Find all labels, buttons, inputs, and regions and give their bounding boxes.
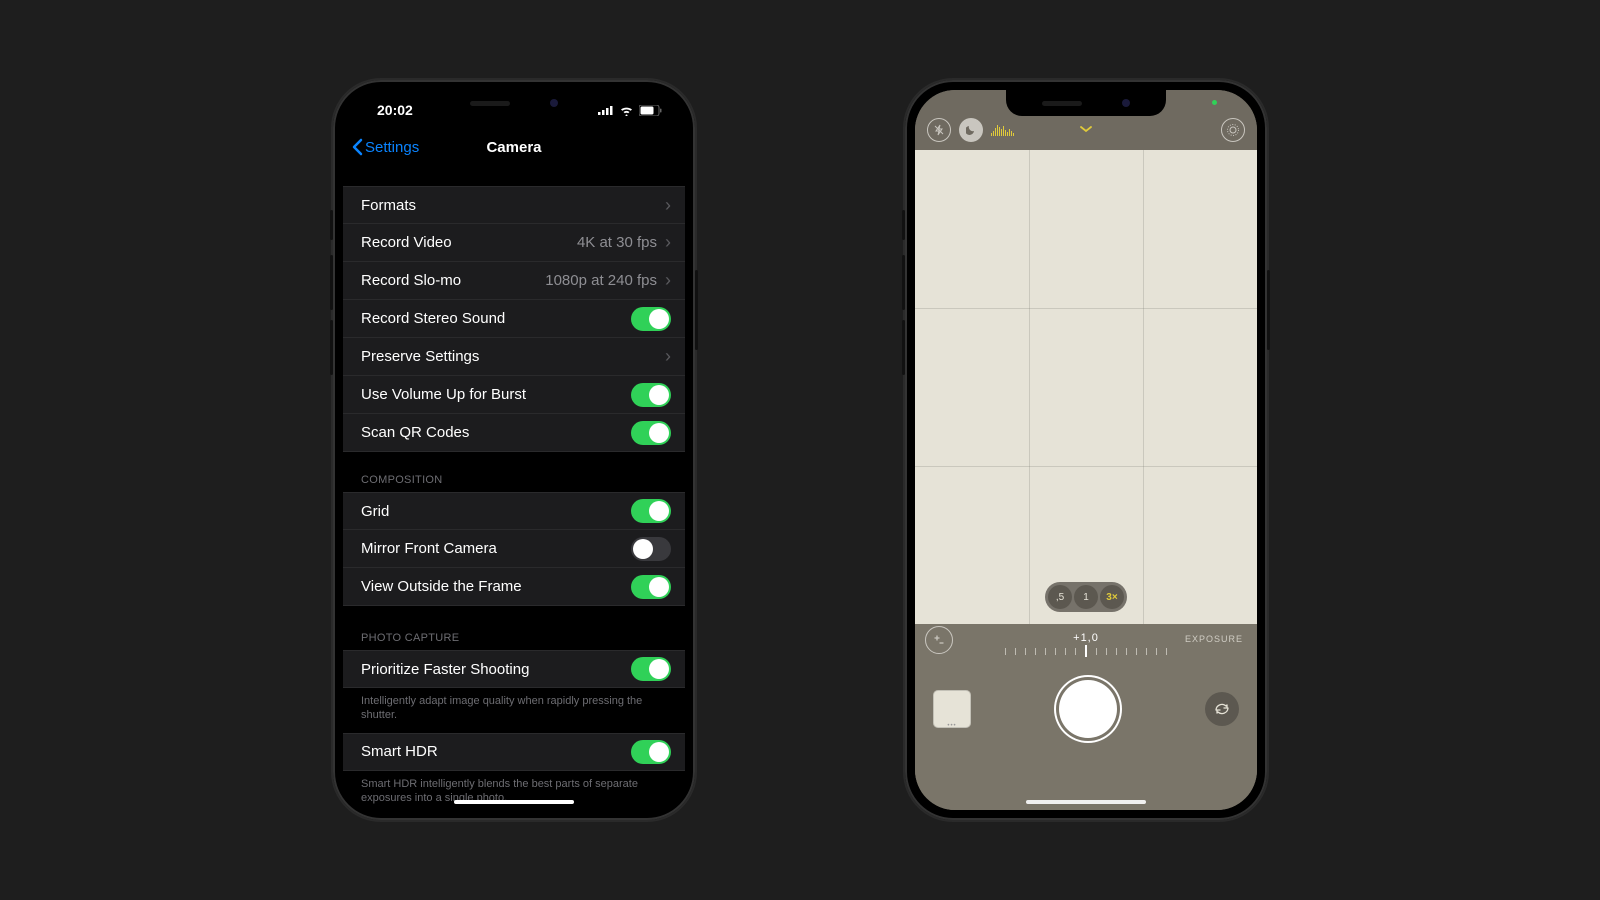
settings-row[interactable]: Mirror Front Camera (343, 530, 685, 568)
histogram-icon (991, 124, 1014, 136)
settings-row[interactable]: Formats › (343, 186, 685, 224)
row-label: Mirror Front Camera (361, 540, 497, 557)
settings-row[interactable]: Record Stereo Sound (343, 300, 685, 338)
plus-minus-icon (933, 634, 945, 646)
last-photo-thumbnail[interactable] (933, 690, 971, 728)
settings-list[interactable]: Formats›Record Video4K at 30 fps›Record … (343, 186, 685, 810)
toggle-switch[interactable] (631, 657, 671, 681)
toggle-switch[interactable] (631, 575, 671, 599)
settings-row[interactable]: Preserve Settings › (343, 338, 685, 376)
moon-icon (966, 125, 977, 136)
row-label: Record Slo-mo (361, 272, 461, 289)
toggle-switch[interactable] (631, 537, 671, 561)
status-bar: 20:02 (343, 90, 685, 130)
home-indicator[interactable] (1026, 800, 1146, 804)
home-indicator[interactable] (454, 800, 574, 804)
row-label: View Outside the Frame (361, 578, 522, 595)
night-mode-button[interactable] (959, 118, 983, 142)
battery-icon (639, 105, 663, 116)
back-button[interactable]: Settings (351, 138, 419, 156)
chevron-down-icon (1079, 125, 1093, 133)
phone-settings: 20:02 Settings Camera Formats›Record Vid… (333, 80, 695, 820)
phone-camera: ,513× +1,0 EXPOSURE (905, 80, 1267, 820)
row-label: Grid (361, 503, 389, 520)
section-footer-faster-shooting: Intelligently adapt image quality when r… (343, 688, 685, 733)
status-indicators (598, 105, 663, 116)
back-label: Settings (365, 139, 419, 156)
row-label: Smart HDR (361, 743, 438, 760)
flash-button[interactable] (927, 118, 951, 142)
nav-bar: Settings Camera (343, 130, 685, 164)
wifi-icon (619, 105, 634, 116)
live-photo-button[interactable] (1221, 118, 1245, 142)
camera-bottom-bar: +1,0 EXPOSURE (915, 624, 1257, 810)
nav-title: Camera (486, 139, 541, 156)
settings-row[interactable]: Prioritize Faster Shooting (343, 650, 685, 688)
chevron-right-icon: › (665, 270, 671, 291)
toggle-switch[interactable] (631, 421, 671, 445)
settings-row[interactable]: View Outside the Frame (343, 568, 685, 606)
grid-overlay (915, 150, 1257, 624)
zoom-option[interactable]: ,5 (1048, 585, 1072, 609)
toggle-switch[interactable] (631, 383, 671, 407)
settings-row[interactable]: Use Volume Up for Burst (343, 376, 685, 414)
row-label: Prioritize Faster Shooting (361, 661, 529, 678)
settings-row[interactable]: Grid (343, 492, 685, 530)
zoom-option[interactable]: 3× (1100, 585, 1124, 609)
chevron-right-icon: › (665, 346, 671, 367)
status-time: 20:02 (377, 102, 413, 118)
exposure-label: EXPOSURE (1185, 634, 1243, 644)
settings-row[interactable]: Scan QR Codes (343, 414, 685, 452)
settings-row[interactable]: Record Video 4K at 30 fps › (343, 224, 685, 262)
section-header-composition: COMPOSITION (343, 470, 685, 492)
toggle-switch[interactable] (631, 499, 671, 523)
row-value: 4K at 30 fps (577, 234, 657, 251)
exposure-adjust-button[interactable] (925, 626, 953, 654)
zoom-option[interactable]: 1 (1074, 585, 1098, 609)
section-header-photo-capture: PHOTO CAPTURE (343, 628, 685, 650)
settings-row[interactable]: Record Slo-mo 1080p at 240 fps › (343, 262, 685, 300)
row-label: Record Stereo Sound (361, 310, 505, 327)
camera-flip-button[interactable] (1205, 692, 1239, 726)
chevron-right-icon: › (665, 232, 671, 253)
row-value: 1080p at 240 fps (545, 272, 657, 289)
toggle-switch[interactable] (631, 740, 671, 764)
camera-controls-toggle[interactable] (1079, 120, 1093, 136)
row-label: Scan QR Codes (361, 424, 469, 441)
row-label: Use Volume Up for Burst (361, 386, 526, 403)
row-label: Record Video (361, 234, 452, 251)
live-photo-icon (1226, 123, 1240, 137)
camera-active-indicator-icon (1212, 100, 1217, 105)
notch (1006, 90, 1166, 116)
zoom-selector[interactable]: ,513× (1045, 582, 1127, 612)
section-footer-smart-hdr: Smart HDR intelligently blends the best … (343, 771, 685, 810)
signal-icon (598, 105, 614, 115)
row-label: Preserve Settings (361, 348, 479, 365)
flip-camera-icon (1213, 701, 1231, 717)
toggle-switch[interactable] (631, 307, 671, 331)
chevron-left-icon (351, 138, 363, 156)
row-label: Formats (361, 197, 416, 214)
settings-row[interactable]: Smart HDR (343, 733, 685, 771)
flash-off-icon (933, 124, 945, 136)
camera-viewfinder[interactable]: ,513× (915, 150, 1257, 624)
chevron-right-icon: › (665, 195, 671, 216)
exposure-slider[interactable] (915, 648, 1257, 660)
shutter-button[interactable] (1059, 680, 1117, 738)
